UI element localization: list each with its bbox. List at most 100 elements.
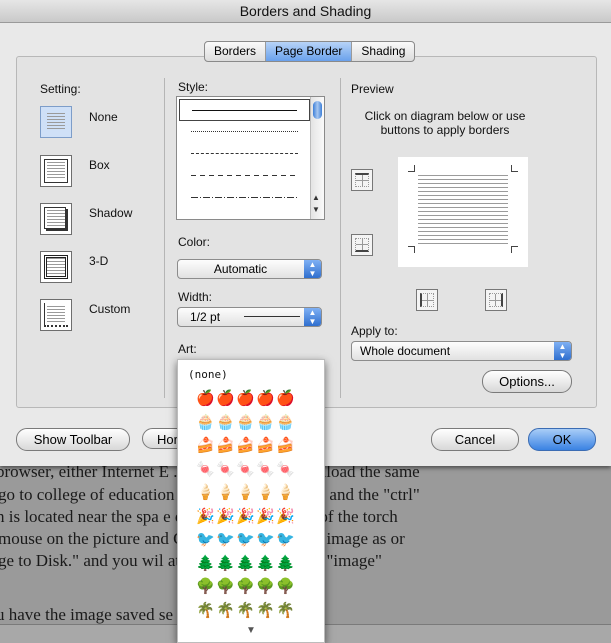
popup-arrows-icon: ▲ ▼: [304, 308, 321, 326]
setting-shadow-icon[interactable]: [40, 203, 72, 235]
pine-tree-art-icon: 🌲: [256, 554, 275, 572]
scroll-thumb[interactable]: [313, 101, 322, 119]
pine-tree-art-icon: 🌲: [196, 554, 215, 572]
tab-page-border[interactable]: Page Border: [266, 42, 353, 61]
art-option-row[interactable]: 🌴 🌴 🌴 🌴 🌴: [196, 601, 295, 620]
ok-button[interactable]: OK: [528, 428, 596, 451]
scroll-down-arrow-icon[interactable]: ▼: [312, 205, 320, 214]
art-option-none[interactable]: (none): [188, 368, 228, 381]
candy-corn-art-icon: 🍬: [236, 460, 255, 478]
setting-box-icon[interactable]: [40, 155, 72, 187]
setting-custom-label[interactable]: Custom: [89, 302, 130, 316]
style-line-dotted[interactable]: [179, 121, 310, 143]
party-hat-art-icon: 🎉: [236, 507, 255, 525]
art-dropdown-menu[interactable]: (none) 🍎 🍎 🍎 🍎 🍎 🧁 🧁 🧁 🧁 🧁 🍰 🍰 🍰 🍰 🍰 🍬 🍬 🍬 🍬 🍬 🍦 🍦 🍦 🍦 🍦 🎉 🎉 🎉 🎉 🎉 🐦 🐦 🐦…: [177, 359, 325, 643]
setting-box-label[interactable]: Box: [89, 158, 110, 172]
palm-tree-art-icon: 🌴: [196, 601, 215, 619]
scroll-more-down-icon[interactable]: ▼: [178, 625, 324, 636]
palm-tree-art-icon: 🌴: [216, 601, 235, 619]
party-hat-art-icon: 🎉: [276, 507, 295, 525]
setting-shadow-label[interactable]: Shadow: [89, 206, 132, 220]
options-button[interactable]: Options...: [482, 370, 572, 393]
tab-bar: Borders Page Border Shading: [204, 41, 416, 62]
cake-slice-art-icon: 🧁: [256, 413, 275, 431]
art-option-row[interactable]: 🎉 🎉 🎉 🎉 🎉: [196, 507, 295, 526]
separator: [340, 78, 341, 398]
evergreen-art-icon: 🌳: [276, 578, 295, 595]
tab-shading[interactable]: Shading: [352, 42, 414, 61]
top-border-button[interactable]: [351, 169, 373, 191]
apple-art-icon: 🍎: [196, 390, 215, 407]
setting-3d-icon[interactable]: [40, 251, 72, 283]
pine-tree-art-icon: 🌲: [236, 554, 255, 572]
left-border-button[interactable]: [416, 289, 438, 311]
cancel-button[interactable]: Cancel: [431, 428, 519, 451]
style-line-dash-dot[interactable]: [179, 187, 310, 209]
evergreen-art-icon: 🌳: [256, 578, 275, 595]
art-option-row[interactable]: 🍎 🍎 🍎 🍎 🍎: [196, 390, 295, 408]
apple-art-icon: 🍎: [216, 390, 235, 407]
palm-tree-art-icon: 🌴: [256, 601, 275, 619]
preview-corner-mark: [408, 246, 415, 253]
width-select[interactable]: 1/2 pt ▲ ▼: [177, 307, 322, 327]
pine-tree-art-icon: 🌲: [216, 554, 235, 572]
palm-tree-art-icon: 🌴: [276, 601, 295, 619]
style-scrollbar[interactable]: ▲ ▼: [310, 97, 324, 219]
popup-arrows-icon: ▲ ▼: [554, 342, 571, 360]
preview-label: Preview: [351, 82, 394, 96]
preview-diagram[interactable]: [398, 157, 528, 267]
ice-cream-cone-art-icon: 🍦: [196, 484, 215, 501]
scroll-up-arrow-icon[interactable]: ▲: [312, 193, 320, 202]
layer-cake-art-icon: 🍰: [196, 437, 215, 454]
apple-art-icon: 🍎: [236, 390, 255, 407]
apple-art-icon: 🍎: [276, 390, 295, 407]
style-line-solid[interactable]: [179, 99, 310, 121]
setting-3d-label[interactable]: 3-D: [89, 254, 108, 268]
layer-cake-art-icon: 🍰: [276, 437, 295, 454]
art-option-row[interactable]: 🍬 🍬 🍬 🍬 🍬: [196, 460, 295, 479]
show-toolbar-button[interactable]: Show Toolbar: [16, 428, 130, 451]
candy-corn-art-icon: 🍬: [276, 460, 295, 478]
party-hat-art-icon: 🎉: [216, 507, 235, 525]
cake-slice-art-icon: 🧁: [196, 413, 215, 431]
style-list[interactable]: ▲ ▼: [176, 96, 325, 220]
style-line-dashed[interactable]: [179, 143, 310, 165]
art-label: Art:: [178, 342, 197, 356]
setting-none-label[interactable]: None: [89, 110, 118, 124]
art-option-row[interactable]: 🍦 🍦 🍦 🍦 🍦: [196, 484, 295, 502]
evergreen-art-icon: 🌳: [236, 578, 255, 595]
party-hat-art-icon: 🎉: [256, 507, 275, 525]
style-line-long-dashed[interactable]: [179, 165, 310, 187]
preview-text-lines: [418, 175, 508, 247]
color-select[interactable]: Automatic ▲ ▼: [177, 259, 322, 279]
dialog-title: Borders and Shading: [0, 0, 611, 23]
art-option-row[interactable]: 🧁 🧁 🧁 🧁 🧁: [196, 413, 295, 432]
setting-custom-icon[interactable]: [40, 299, 72, 331]
parrot-art-icon: 🐦: [216, 531, 235, 548]
ice-cream-cone-art-icon: 🍦: [256, 484, 275, 501]
color-value: Automatic: [213, 262, 268, 276]
cake-slice-art-icon: 🧁: [236, 413, 255, 431]
tab-borders[interactable]: Borders: [205, 42, 267, 61]
right-border-button[interactable]: [485, 289, 507, 311]
pine-tree-art-icon: 🌲: [276, 554, 295, 572]
art-option-row[interactable]: 🌳 🌳 🌳 🌳 🌳: [196, 578, 295, 596]
style-label: Style:: [178, 80, 209, 94]
art-option-row[interactable]: 🍰 🍰 🍰 🍰 🍰: [196, 437, 295, 455]
art-option-row[interactable]: 🐦 🐦 🐦 🐦 🐦: [196, 531, 295, 549]
apply-to-value: Whole document: [360, 344, 451, 358]
art-option-row[interactable]: 🌲 🌲 🌲 🌲 🌲: [196, 554, 295, 573]
apply-to-select[interactable]: Whole document ▲ ▼: [351, 341, 572, 361]
candy-corn-art-icon: 🍬: [256, 460, 275, 478]
color-label: Color:: [178, 235, 211, 249]
layer-cake-art-icon: 🍰: [216, 437, 235, 454]
parrot-art-icon: 🐦: [276, 531, 295, 548]
preview-instructions: Click on diagram below or use buttons to…: [364, 109, 526, 137]
setting-none-icon[interactable]: [40, 106, 72, 138]
cake-slice-art-icon: 🧁: [276, 413, 295, 431]
cake-slice-art-icon: 🧁: [216, 413, 235, 431]
bottom-border-button[interactable]: [351, 234, 373, 256]
preview-corner-mark: [408, 165, 415, 172]
candy-corn-art-icon: 🍬: [196, 460, 215, 478]
width-line-sample: [244, 316, 300, 317]
